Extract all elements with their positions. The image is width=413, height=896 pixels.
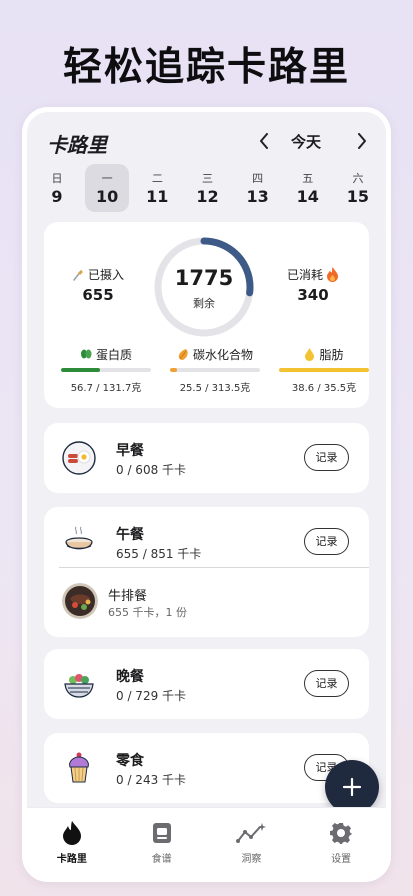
day-sat[interactable]: 六 15 (336, 164, 380, 212)
macro-name: 脂肪 (319, 347, 344, 362)
food-item-detail: 655 千卡，1 份 (108, 606, 187, 619)
headline: 轻松追踪卡路里 (62, 45, 350, 90)
tab-label: 食谱 (151, 854, 172, 865)
food-item-name: 牛排餐 (108, 589, 148, 604)
grain-icon (178, 348, 188, 360)
gear-icon (330, 823, 353, 844)
date-number: 15 (346, 187, 370, 206)
intake-label: 已摄入 (88, 268, 125, 282)
meal-card-breakfast[interactable]: 早餐 0 / 608 千卡 记录 (44, 423, 369, 493)
macro-name: 碳水化合物 (192, 347, 253, 362)
breakfast-plate-icon (62, 441, 96, 475)
date-number: 12 (196, 187, 219, 206)
day-mon[interactable]: 一 10 (85, 164, 130, 212)
meal-calories: 0 / 243 千卡 (116, 773, 187, 787)
remaining-ring: 1775 剩余 (153, 236, 255, 338)
flame-icon (62, 821, 81, 845)
tab-insights[interactable]: 洞察 (207, 808, 297, 877)
meal-calories: 0 / 729 千卡 (116, 689, 187, 703)
macro-progress-bar (61, 368, 151, 372)
macro-progress-bar (170, 368, 260, 372)
remaining-label: 剩余 (193, 297, 215, 310)
macro-progress-bar (279, 368, 369, 372)
tab-label: 卡路里 (56, 854, 87, 865)
day-thu[interactable]: 四 13 (236, 164, 280, 212)
weekday-label: 日 (51, 172, 63, 185)
macro-value: 25.5 / 313.5克 (179, 383, 251, 394)
calorie-summary-card: 已摄入 655 1775 剩余 已消耗 340 蛋白质 56.7 / 131.7… (44, 222, 369, 408)
chevron-right-icon (358, 133, 366, 149)
plus-icon (342, 777, 362, 797)
week-strip: 日9 一 10 二 11 三 12 四 13 五 14 六 15 (35, 164, 380, 212)
burned-label-row: 已消耗 (287, 266, 339, 283)
macro-carbs: 碳水化合物 25.5 / 313.5克 (170, 346, 260, 394)
meal-card-dinner[interactable]: 晚餐 0 / 729 千卡 记录 (44, 649, 369, 719)
burned-value: 340 (297, 286, 329, 304)
add-food-button[interactable] (325, 760, 379, 814)
macro-protein: 蛋白质 56.7 / 131.7克 (61, 346, 151, 394)
weekday-label: 五 (302, 172, 314, 185)
intake-label-row: 已摄入 (71, 266, 124, 283)
macro-name: 蛋白质 (95, 347, 132, 362)
previous-day-button[interactable] (255, 130, 273, 152)
top-bar: 卡路里 今天 日9 一 10 二 11 三 12 四 13 五 14 六 15 (27, 112, 386, 222)
lunch-bowl-icon (62, 525, 96, 559)
date-number: 11 (146, 187, 169, 206)
macro-value: 38.6 / 35.5克 (291, 383, 357, 394)
snack-cupcake-icon (62, 751, 96, 785)
macro-value: 56.7 / 131.7克 (70, 383, 142, 394)
log-dinner-button[interactable]: 记录 (304, 670, 349, 697)
macro-progress-fill (279, 368, 369, 372)
remaining-value: 1775 (174, 266, 234, 290)
meal-name: 午餐 (116, 527, 144, 543)
intake-value: 655 (82, 286, 114, 304)
tab-calories[interactable]: 卡路里 (27, 808, 117, 877)
weekday-label: 二 (151, 172, 163, 185)
date-number: 14 (296, 187, 319, 206)
flame-icon (327, 267, 339, 282)
insights-icon (236, 823, 267, 843)
fork-knife-icon (73, 269, 83, 281)
macro-fat: 脂肪 38.6 / 35.5克 (279, 346, 369, 394)
dinner-salad-icon (62, 667, 96, 701)
oil-drop-icon (305, 347, 315, 361)
meal-name: 早餐 (116, 443, 144, 459)
meal-card-lunch[interactable]: 午餐 655 / 851 千卡 记录 牛排餐 655 千卡，1 份 (44, 507, 369, 637)
weekday-label: 四 (252, 172, 264, 185)
phone-frame: 卡路里 今天 日9 一 10 二 11 三 12 四 13 五 14 六 15 已摄入 65… (22, 107, 391, 882)
day-fri[interactable]: 五 14 (286, 164, 330, 212)
macro-progress-fill (61, 368, 100, 372)
weekday-label: 三 (201, 172, 213, 185)
date-number: 13 (246, 187, 269, 206)
bean-icon (80, 349, 92, 359)
burned-label: 已消耗 (287, 268, 324, 282)
weekday-label: 六 (352, 172, 364, 185)
tab-recipes[interactable]: 食谱 (117, 808, 207, 877)
next-day-button[interactable] (353, 130, 371, 152)
meal-name: 晚餐 (116, 669, 144, 685)
date-label[interactable]: 今天 (291, 131, 321, 152)
meal-name: 零食 (116, 753, 144, 769)
steak-meal-image (62, 583, 98, 619)
meal-calories: 655 / 851 千卡 (116, 547, 202, 561)
tab-settings[interactable]: 设置 (296, 808, 386, 877)
meal-card-snack[interactable]: 零食 0 / 243 千卡 记录 (44, 733, 369, 803)
app-title: 卡路里 (47, 133, 107, 157)
log-lunch-button[interactable]: 记录 (304, 528, 349, 555)
log-breakfast-button[interactable]: 记录 (304, 444, 349, 471)
day-sun[interactable]: 日9 (35, 164, 79, 212)
tab-label: 洞察 (241, 854, 262, 865)
weekday-label: 一 (101, 172, 113, 185)
day-tue[interactable]: 二 11 (135, 164, 179, 212)
tab-label: 设置 (331, 854, 352, 865)
macro-progress-fill (170, 368, 178, 372)
bottom-tab-bar: 卡路里 食谱 洞察 设置 (27, 807, 386, 877)
recipe-icon (152, 823, 171, 843)
date-number: 10 (96, 187, 119, 206)
day-wed[interactable]: 三 12 (185, 164, 229, 212)
meal-calories: 0 / 608 千卡 (116, 463, 187, 477)
divider (59, 567, 369, 568)
date-number: 9 (51, 187, 63, 206)
chevron-left-icon (260, 133, 268, 149)
